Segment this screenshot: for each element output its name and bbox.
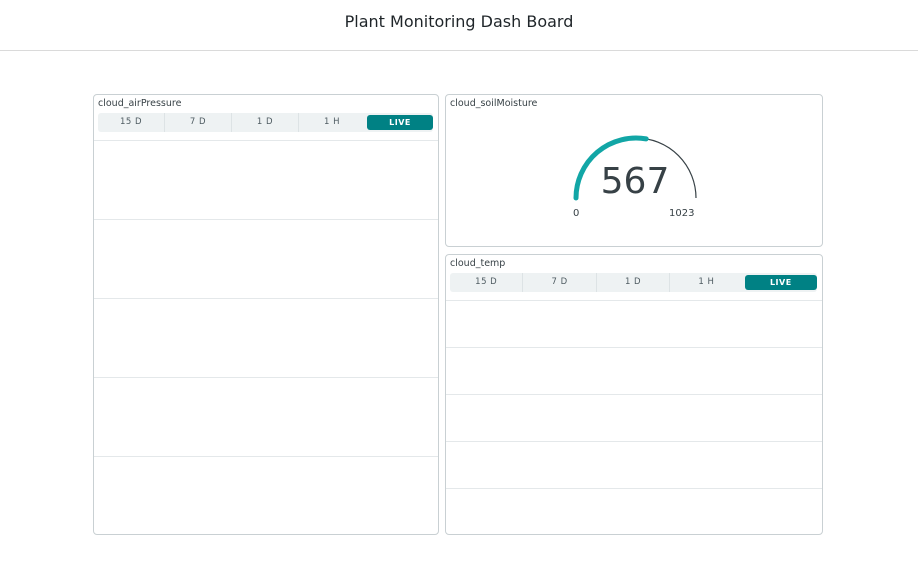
range-1h-button[interactable]: 1 H <box>670 273 742 292</box>
time-range-selector: 15 D 7 D 1 D 1 H LIVE <box>450 273 818 292</box>
grid-line <box>446 488 822 489</box>
time-range-selector: 15 D 7 D 1 D 1 H LIVE <box>98 113 433 132</box>
gauge-max-label: 1023 <box>669 208 695 219</box>
air-pressure-widget: cloud_airPressure 15 D 7 D 1 D 1 H LIVE <box>93 94 439 535</box>
range-7d-button[interactable]: 7 D <box>165 113 232 132</box>
gauge-min-label: 0 <box>573 208 580 219</box>
range-15d-button[interactable]: 15 D <box>450 273 524 292</box>
range-1d-button[interactable]: 1 D <box>597 273 671 292</box>
grid-line <box>446 441 822 442</box>
grid-line <box>94 298 438 299</box>
temp-widget: cloud_temp 15 D 7 D 1 D 1 H LIVE <box>445 254 823 535</box>
grid-line <box>94 456 438 457</box>
range-7d-button[interactable]: 7 D <box>523 273 597 292</box>
widget-title: cloud_airPressure <box>98 98 182 109</box>
range-live-button[interactable]: LIVE <box>367 115 433 130</box>
grid-line <box>94 377 438 378</box>
gauge-value: 567 <box>600 161 670 202</box>
range-1h-button[interactable]: 1 H <box>299 113 365 132</box>
dashboard-title: Plant Monitoring Dash Board <box>344 12 574 31</box>
grid-line <box>94 219 438 220</box>
range-1d-button[interactable]: 1 D <box>232 113 299 132</box>
grid-line <box>446 394 822 395</box>
widget-title: cloud_temp <box>450 258 506 269</box>
line-chart-area <box>446 300 822 534</box>
grid-line <box>446 347 822 348</box>
soil-moisture-widget: cloud_soilMoisture 567 0 1023 <box>445 94 823 247</box>
range-live-button[interactable]: LIVE <box>744 275 818 290</box>
line-chart-area <box>94 140 438 534</box>
range-15d-button[interactable]: 15 D <box>98 113 165 132</box>
dashboard-header: Plant Monitoring Dash Board <box>0 0 918 51</box>
